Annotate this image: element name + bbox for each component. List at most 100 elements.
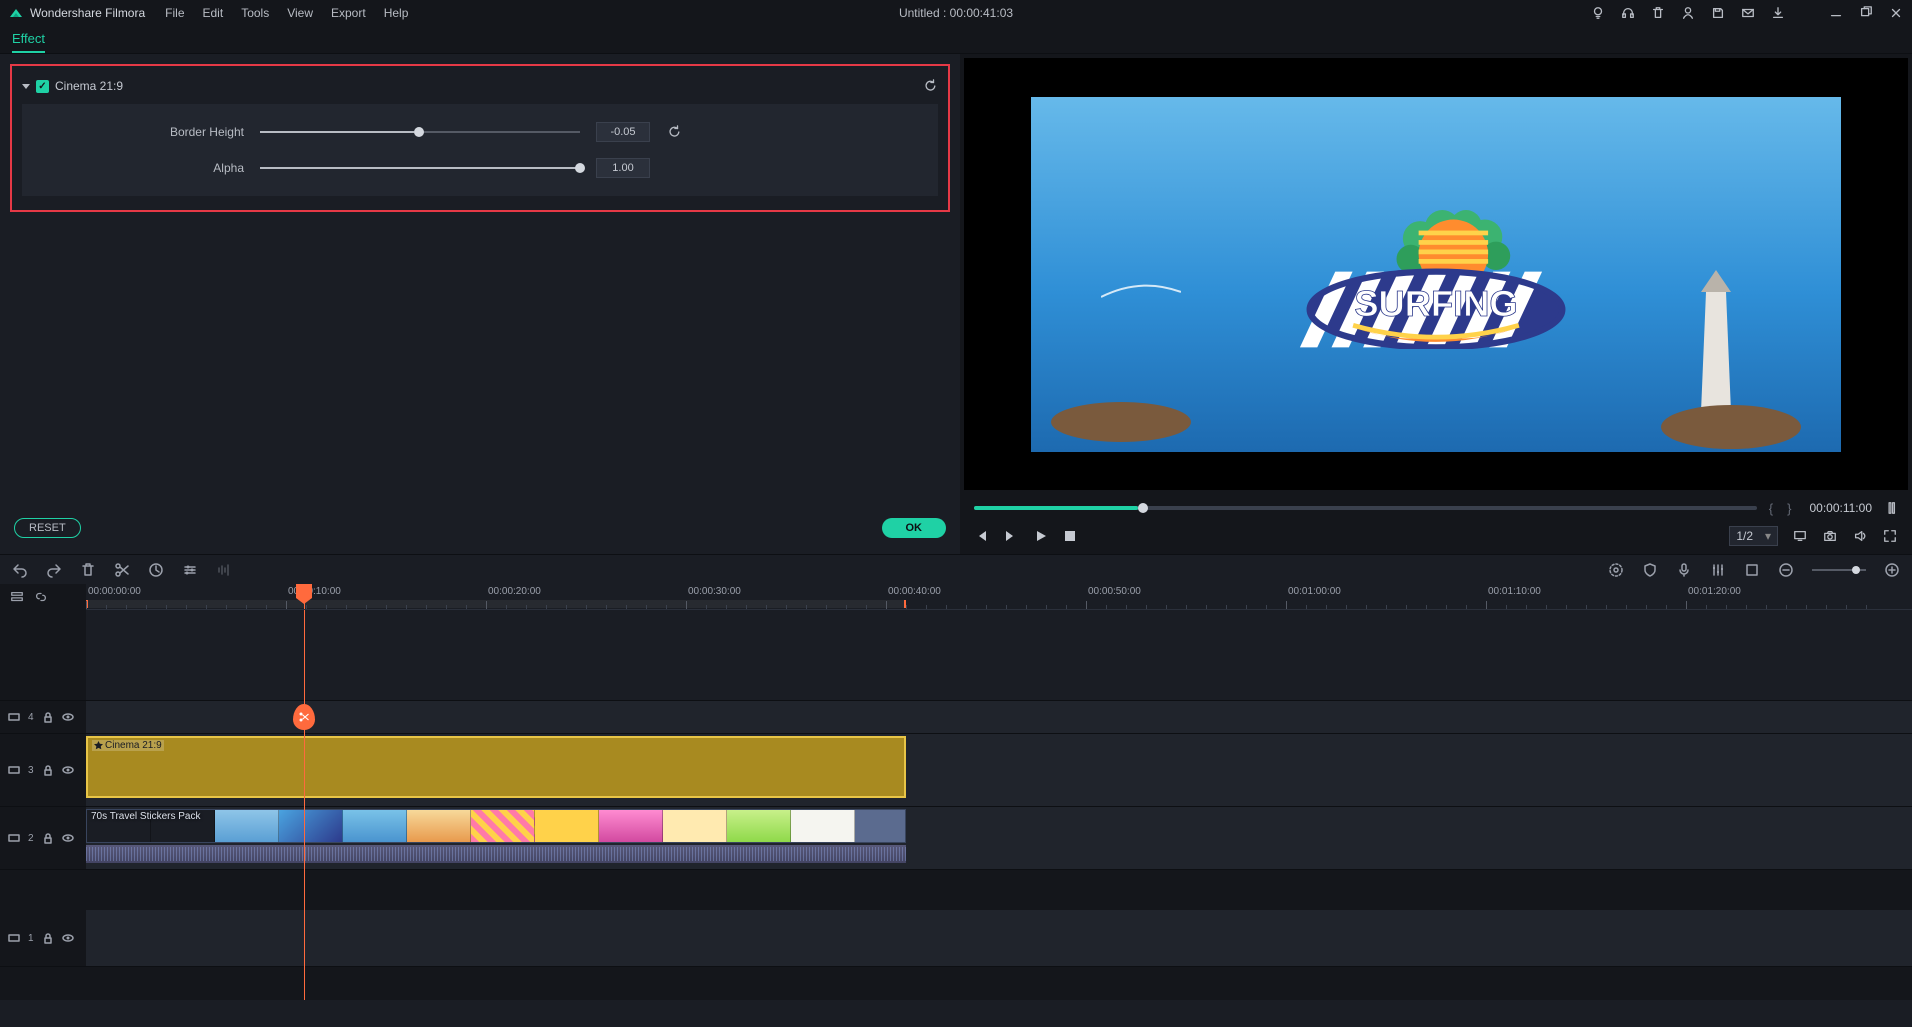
effect-box: Cinema 21:9 Border Height -0.05 Alpha [10, 64, 950, 212]
split-handle[interactable] [293, 704, 315, 730]
zoom-in-icon[interactable] [1884, 562, 1900, 578]
lock-icon[interactable] [42, 832, 54, 844]
rocks-icon [1051, 362, 1211, 442]
work-area-range[interactable] [86, 600, 906, 608]
crop-icon[interactable] [1744, 562, 1760, 578]
eye-icon[interactable] [62, 832, 74, 844]
app-logo-icon [8, 5, 24, 21]
ok-button[interactable]: OK [882, 518, 947, 538]
menu-edit[interactable]: Edit [203, 6, 224, 20]
param-border-height: Border Height -0.05 [44, 122, 916, 142]
clip-video[interactable]: 70s Travel Stickers Pack [86, 809, 906, 843]
main-menu: File Edit Tools View Export Help [165, 6, 408, 20]
play-button[interactable] [1034, 529, 1048, 543]
slider-border-height[interactable] [260, 131, 580, 133]
eye-icon[interactable] [62, 764, 74, 776]
link-icon[interactable] [34, 590, 48, 604]
effect-enable-checkbox[interactable] [36, 80, 49, 93]
fullscreen-icon[interactable] [1882, 528, 1898, 544]
mark-in-icon[interactable]: { [1767, 501, 1775, 516]
speed-icon[interactable] [148, 562, 164, 578]
trash-icon[interactable] [1650, 5, 1666, 21]
app-name: Wondershare Filmora [30, 6, 145, 20]
next-frame-button[interactable] [1004, 529, 1018, 543]
preview-page-select[interactable]: 1/2 [1729, 526, 1778, 546]
eye-icon[interactable] [62, 711, 74, 723]
voiceover-icon[interactable] [1676, 562, 1692, 578]
redo-icon[interactable] [46, 562, 62, 578]
timeline-tracks: 4 3 Cinema 21:9 2 [0, 610, 1912, 1000]
volume-icon[interactable] [1852, 528, 1868, 544]
value-border-height[interactable]: -0.05 [596, 122, 650, 142]
track-type-icon [8, 711, 20, 723]
zoom-slider[interactable] [1812, 569, 1866, 571]
clip-audio[interactable] [86, 845, 906, 863]
ruler-label: 00:01:10:00 [1488, 586, 1541, 597]
menu-tools[interactable]: Tools [241, 6, 269, 20]
track-type-icon [8, 764, 20, 776]
lock-icon[interactable] [42, 932, 54, 944]
delete-icon[interactable] [80, 562, 96, 578]
stop-button[interactable] [1064, 530, 1076, 542]
track-2: 2 70s Travel Stickers Pack [0, 807, 1912, 870]
headphones-icon[interactable] [1620, 5, 1636, 21]
value-alpha[interactable]: 1.00 [596, 158, 650, 178]
param-alpha: Alpha 1.00 [44, 158, 916, 178]
audio-adjust-icon[interactable] [216, 562, 232, 578]
prev-frame-button[interactable] [974, 529, 988, 543]
current-time: 00:00:11:00 [1809, 501, 1872, 515]
playhead[interactable] [304, 584, 305, 610]
preview-progress[interactable] [974, 506, 1757, 510]
preview-canvas[interactable]: SURFING [964, 58, 1908, 490]
effect-panel: Cinema 21:9 Border Height -0.05 Alpha [0, 54, 960, 554]
mark-out-icon[interactable]: } [1785, 501, 1793, 516]
preview-graphic: SURFING [1271, 199, 1601, 349]
zoom-out-icon[interactable] [1778, 562, 1794, 578]
lock-icon[interactable] [42, 711, 54, 723]
document-title: Untitled : 00:00:41:03 [899, 6, 1013, 20]
track-3: 3 Cinema 21:9 [0, 734, 1912, 807]
ruler-label: 00:01:00:00 [1288, 586, 1341, 597]
close-icon[interactable] [1888, 5, 1904, 21]
display-icon[interactable] [1792, 528, 1808, 544]
param-label: Alpha [44, 161, 244, 175]
collapse-icon[interactable] [22, 84, 30, 89]
slider-alpha[interactable] [260, 167, 580, 169]
mail-icon[interactable] [1740, 5, 1756, 21]
svg-text:SURFING: SURFING [1354, 283, 1517, 324]
download-icon[interactable] [1770, 5, 1786, 21]
reset-param-icon[interactable] [666, 124, 682, 140]
eye-icon[interactable] [62, 932, 74, 944]
adjust-icon[interactable] [182, 562, 198, 578]
timecode-toggle-icon[interactable] [1882, 500, 1898, 516]
track-number: 1 [28, 933, 34, 944]
render-icon[interactable] [1608, 562, 1624, 578]
lighthouse-icon [1581, 252, 1801, 452]
ruler-label: 00:00:40:00 [888, 586, 941, 597]
undo-icon[interactable] [12, 562, 28, 578]
minimize-icon[interactable] [1828, 5, 1844, 21]
track-1: 1 [0, 910, 1912, 967]
save-icon[interactable] [1710, 5, 1726, 21]
menu-export[interactable]: Export [331, 6, 366, 20]
menu-help[interactable]: Help [384, 6, 409, 20]
reset-button[interactable]: RESET [14, 518, 81, 538]
snapshot-icon[interactable] [1822, 528, 1838, 544]
ruler-label: 00:00:00:00 [88, 586, 141, 597]
lightbulb-icon[interactable] [1590, 5, 1606, 21]
track-manager-icon[interactable] [10, 590, 24, 604]
user-icon[interactable] [1680, 5, 1696, 21]
lock-icon[interactable] [42, 764, 54, 776]
timeline-ruler[interactable]: 00:00:00:0000:00:10:0000:00:20:0000:00:3… [86, 584, 1912, 610]
tab-effect[interactable]: Effect [12, 26, 45, 53]
playhead-line [304, 610, 305, 1000]
menu-file[interactable]: File [165, 6, 184, 20]
boat-wake-icon [1101, 277, 1181, 307]
split-icon[interactable] [114, 562, 130, 578]
reset-effect-icon[interactable] [922, 78, 938, 94]
marker-shield-icon[interactable] [1642, 562, 1658, 578]
mixer-icon[interactable] [1710, 562, 1726, 578]
maximize-icon[interactable] [1858, 5, 1874, 21]
menu-view[interactable]: View [287, 6, 313, 20]
clip-effect-cinema[interactable]: Cinema 21:9 [86, 736, 906, 798]
